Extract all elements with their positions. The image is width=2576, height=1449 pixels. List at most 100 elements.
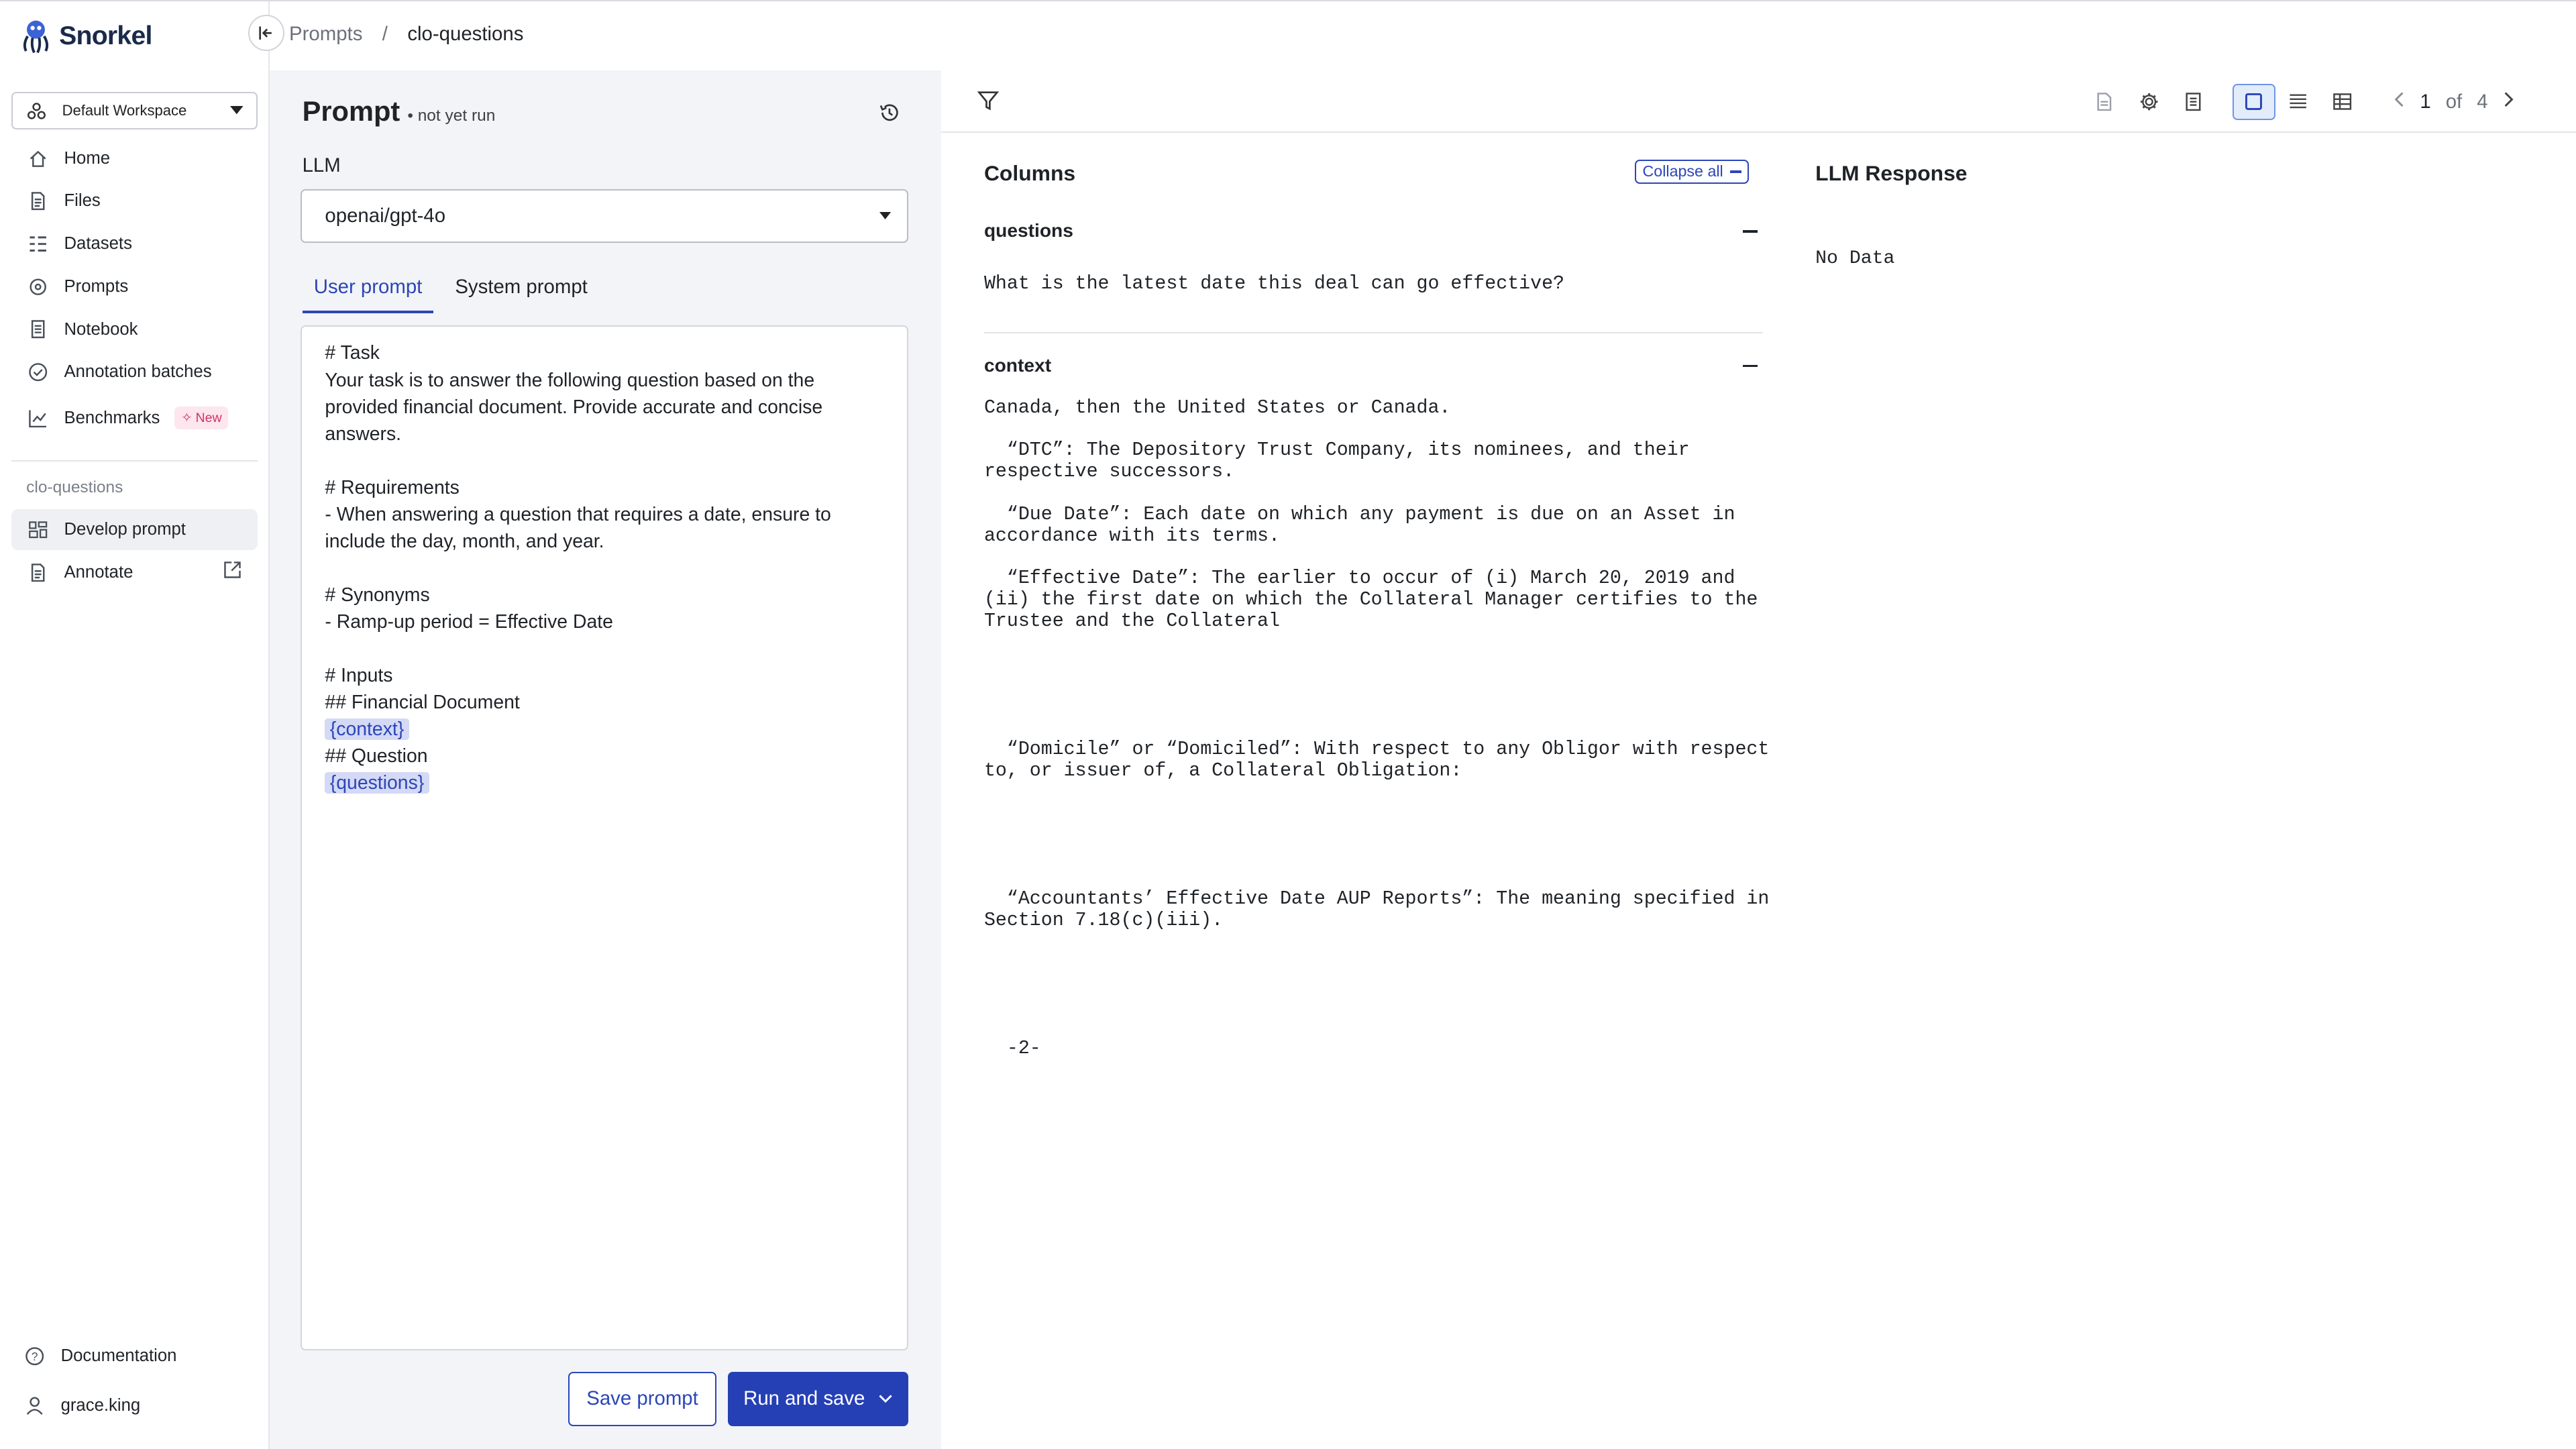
page-current[interactable]: 1 <box>2420 91 2430 113</box>
check-circle-icon <box>28 362 48 382</box>
template-variable-chip[interactable]: {context} <box>325 718 409 741</box>
single-view-button[interactable] <box>2233 83 2275 120</box>
sidebar-item-datasets[interactable]: Datasets <box>11 223 258 264</box>
breadcrumb-prompts-link[interactable]: Prompts <box>289 23 362 46</box>
user-menu[interactable]: grace.king <box>8 1385 254 1426</box>
prompt-line: ## Question <box>325 745 428 767</box>
field-value-line <box>984 804 1769 825</box>
sidebar-item-develop-prompt[interactable]: Develop prompt <box>11 509 258 551</box>
prompt-line: # Synonyms <box>325 584 430 606</box>
field-value-line <box>984 696 1769 718</box>
tab-user-prompt[interactable]: User prompt <box>302 263 434 313</box>
next-page-button[interactable] <box>2503 91 2514 113</box>
caret-down-icon <box>230 105 244 115</box>
project-section-label: clo-questions <box>26 478 123 496</box>
template-variable-chip[interactable]: {questions} <box>325 772 429 794</box>
prompt-line: # Inputs <box>325 664 393 686</box>
field-value-line <box>984 676 1769 697</box>
view-controls <box>2083 83 2365 120</box>
field-value-line <box>984 932 1769 953</box>
filter-icon <box>977 91 1000 111</box>
field-context-name: context <box>983 354 1052 376</box>
prompt-line <box>325 555 884 582</box>
notebook-icon <box>28 319 48 339</box>
prompt-status: • not yet run <box>407 107 496 125</box>
tab-system-prompt[interactable]: System prompt <box>443 263 599 313</box>
sidebar-item-annotation-batches[interactable]: Annotation batches <box>11 352 258 392</box>
octopus-logo-icon <box>23 20 49 54</box>
llm-response-title: LLM Response <box>1815 160 1968 185</box>
sidebar-item-files[interactable]: Files <box>11 180 258 221</box>
previous-page-button[interactable] <box>2394 91 2405 113</box>
field-context-value: Canada, then the United States or Canada… <box>983 396 1770 1060</box>
run-and-save-button[interactable]: Run and save <box>727 1371 909 1426</box>
field-value-line <box>984 419 1769 440</box>
filter-button[interactable] <box>977 89 1000 118</box>
collapse-questions-button[interactable] <box>1743 229 1758 233</box>
collapse-all-button[interactable]: Collapse all <box>1634 159 1750 184</box>
sidebar-item-label: Datasets <box>64 234 132 254</box>
field-questions-value: What is the latest date this deal can go… <box>984 263 1564 306</box>
field-value-line: “Due Date”: Each date on which any payme… <box>983 503 1735 525</box>
prompt-line: # Requirements <box>325 476 460 498</box>
history-button[interactable] <box>879 100 900 129</box>
workspace-selector[interactable]: Default Workspace <box>11 92 258 130</box>
field-value-line <box>984 867 1769 889</box>
prompt-tabs: User prompt System prompt <box>302 263 599 313</box>
settings-button[interactable] <box>2127 84 2170 120</box>
workspace-icon <box>28 103 46 119</box>
datasets-icon <box>28 234 48 254</box>
breadcrumb: Prompts / clo-questions <box>289 23 523 46</box>
chart-icon <box>28 409 48 428</box>
field-value-line: Trustee and the Collateral <box>983 610 1280 633</box>
prompt-line: include the day, month, and year. <box>325 530 604 552</box>
sidebar-item-label: Notebook <box>64 319 138 339</box>
field-value-line: -2- <box>983 1037 1041 1059</box>
badge-label: New <box>195 410 222 425</box>
develop-icon <box>28 520 48 539</box>
workspace-name: Default Workspace <box>62 102 187 119</box>
chevron-down-icon <box>879 1395 892 1403</box>
prompt-variable-line: {questions} <box>325 769 884 796</box>
field-value-line <box>984 996 1769 1017</box>
document-view-button[interactable] <box>2083 84 2126 120</box>
save-prompt-button[interactable]: Save prompt <box>568 1371 716 1426</box>
snorkel-logo[interactable]: Snorkel <box>19 18 152 54</box>
field-value-line <box>984 1017 1769 1038</box>
sidebar-item-prompts[interactable]: Prompts <box>11 266 258 307</box>
results-area: 1 of 4 Columns Collapse all questions Wh… <box>941 70 2576 1449</box>
collapse-sidebar-button[interactable] <box>248 15 284 51</box>
documentation-link[interactable]: ? Documentation <box>8 1336 254 1377</box>
field-value-line <box>984 547 1769 569</box>
field-value-line: “DTC”: The Depository Trust Company, its… <box>983 439 1690 462</box>
collapse-left-icon <box>259 26 272 40</box>
page-of-label: of <box>2445 90 2463 113</box>
save-prompt-label: Save prompt <box>586 1387 698 1410</box>
llm-select[interactable]: openai/gpt-4o <box>301 189 909 244</box>
sidebar-item-home[interactable]: Home <box>11 138 258 179</box>
external-link-icon[interactable] <box>223 561 241 584</box>
field-value-line: “Domicile” or “Domiciled”: With respect … <box>983 739 1770 761</box>
field-value-line: Canada, then the United States or Canada… <box>983 396 1451 419</box>
sidebar-item-benchmarks[interactable]: Benchmarks ✧ New <box>11 398 258 439</box>
field-value-line <box>984 953 1769 974</box>
table-view-button[interactable] <box>2321 84 2364 120</box>
sidebar-item-label: Develop prompt <box>64 520 186 539</box>
field-value-line: What is the latest date this deal can go… <box>983 272 1565 294</box>
prompt-line: - Ramp-up period = Effective Date <box>325 610 613 633</box>
prompt-editor[interactable]: # Task Your task is to answer the followi… <box>301 325 909 1351</box>
file-icon <box>28 563 48 582</box>
list-view-button[interactable] <box>2277 84 2320 120</box>
sidebar-item-annotate[interactable]: Annotate <box>11 552 258 593</box>
chevron-right-icon <box>2504 92 2514 107</box>
collapse-all-label: Collapse all <box>1642 162 1723 180</box>
collapse-context-button[interactable] <box>1743 364 1758 368</box>
sidebar-item-notebook[interactable]: Notebook <box>11 309 258 350</box>
prompts-icon <box>28 277 48 297</box>
notes-button[interactable] <box>2172 84 2215 120</box>
sidebar-item-label: Annotate <box>64 562 133 582</box>
field-value-line <box>984 483 1769 504</box>
prompt-line: - When answering a question that require… <box>325 503 831 525</box>
top-border <box>0 0 2576 2</box>
prompt-line: Your task is to answer the following que… <box>325 369 815 391</box>
